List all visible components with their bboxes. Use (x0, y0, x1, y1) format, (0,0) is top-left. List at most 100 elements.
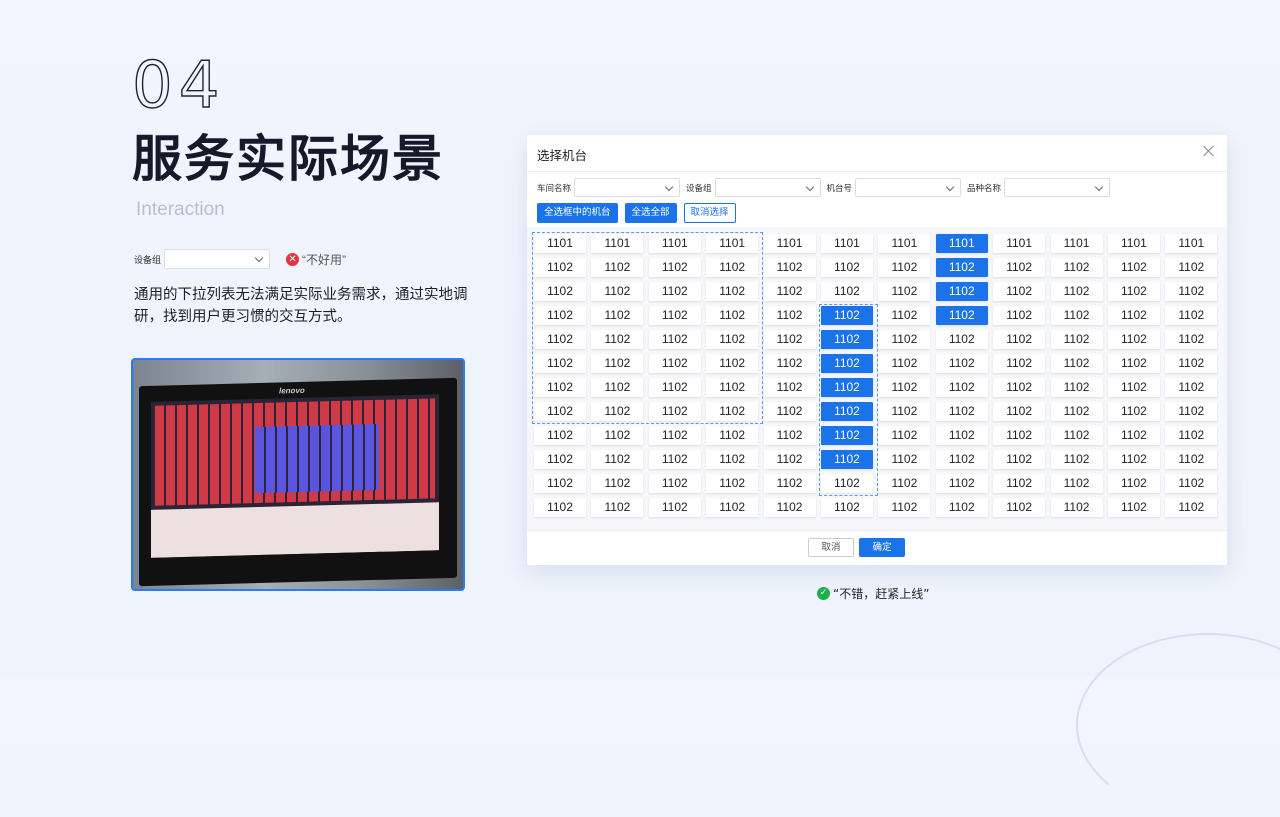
machine-cell[interactable]: 1102 (878, 354, 931, 373)
machine-cell[interactable]: 1102 (993, 450, 1046, 469)
machine-cell[interactable]: 1102 (1107, 426, 1160, 445)
machine-cell[interactable]: 1102 (820, 402, 873, 421)
machine-cell[interactable]: 1101 (935, 234, 988, 253)
machine-cell[interactable]: 1101 (648, 234, 701, 253)
machine-cell[interactable]: 1101 (534, 234, 586, 253)
machine-cell[interactable]: 1102 (878, 258, 931, 277)
machine-cell[interactable]: 1102 (993, 426, 1046, 445)
machine-cell[interactable]: 1102 (706, 306, 759, 325)
machine-cell[interactable]: 1102 (935, 330, 988, 349)
machine-cell[interactable]: 1102 (534, 282, 586, 301)
machine-cell[interactable]: 1102 (878, 498, 931, 517)
machine-cell[interactable]: 1101 (1107, 234, 1160, 253)
workshop-select[interactable] (574, 178, 681, 197)
variety-select[interactable] (1004, 178, 1111, 197)
machine-cell[interactable]: 1102 (763, 354, 816, 373)
machine-cell[interactable]: 1102 (993, 306, 1046, 325)
machine-cell[interactable]: 1102 (820, 378, 873, 397)
machine-cell[interactable]: 1102 (648, 354, 701, 373)
machine-cell[interactable]: 1102 (763, 402, 816, 421)
machine-cell[interactable]: 1102 (706, 330, 759, 349)
machine-cell[interactable]: 1102 (1050, 282, 1103, 301)
machine-cell[interactable]: 1102 (706, 354, 759, 373)
machine-cell[interactable]: 1102 (1165, 330, 1218, 349)
machine-cell[interactable]: 1102 (648, 402, 701, 421)
machine-cell[interactable]: 1102 (1107, 306, 1160, 325)
machine-cell[interactable]: 1102 (763, 282, 816, 301)
select-all-button[interactable]: 全选全部 (624, 203, 677, 223)
machine-cell[interactable]: 1102 (820, 306, 873, 325)
machine-cell[interactable]: 1102 (1107, 258, 1160, 277)
machine-cell[interactable]: 1102 (591, 282, 644, 301)
machine-cell[interactable]: 1102 (706, 402, 759, 421)
machine-cell[interactable]: 1102 (1050, 426, 1103, 445)
machine-cell[interactable]: 1102 (534, 450, 586, 469)
machine-cell[interactable]: 1102 (878, 378, 931, 397)
machine-cell[interactable]: 1102 (648, 450, 701, 469)
machine-cell[interactable]: 1102 (591, 306, 644, 325)
machine-cell[interactable]: 1102 (1050, 402, 1103, 421)
machine-no-select[interactable] (855, 178, 962, 197)
machine-cell[interactable]: 1101 (878, 234, 931, 253)
machine-cell[interactable]: 1102 (935, 474, 988, 493)
machine-cell[interactable]: 1102 (648, 474, 701, 493)
machine-cell[interactable]: 1102 (534, 426, 586, 445)
machine-cell[interactable]: 1101 (1050, 234, 1103, 253)
machine-cell[interactable]: 1102 (763, 450, 816, 469)
machine-cell[interactable]: 1102 (935, 498, 988, 517)
bad-example-dropdown[interactable] (164, 249, 271, 269)
machine-cell[interactable]: 1102 (935, 378, 988, 397)
machine-cell[interactable]: 1102 (878, 282, 931, 301)
machine-cell[interactable]: 1102 (763, 426, 816, 445)
machine-cell[interactable]: 1102 (591, 450, 644, 469)
machine-cell[interactable]: 1102 (1165, 354, 1218, 373)
machine-cell[interactable]: 1102 (706, 450, 759, 469)
machine-cell[interactable]: 1102 (763, 474, 816, 493)
machine-cell[interactable]: 1102 (993, 378, 1046, 397)
machine-cell[interactable]: 1102 (820, 426, 873, 445)
machine-cell[interactable]: 1102 (706, 426, 759, 445)
machine-cell[interactable]: 1102 (648, 258, 701, 277)
machine-cell[interactable]: 1102 (591, 498, 644, 517)
machine-cell[interactable]: 1102 (706, 282, 759, 301)
machine-cell[interactable]: 1102 (534, 474, 586, 493)
machine-cell[interactable]: 1102 (534, 330, 586, 349)
machine-cell[interactable]: 1102 (534, 498, 586, 517)
machine-cell[interactable]: 1102 (993, 330, 1046, 349)
machine-cell[interactable]: 1102 (763, 378, 816, 397)
machine-cell[interactable]: 1102 (591, 330, 644, 349)
machine-cell[interactable]: 1102 (993, 474, 1046, 493)
machine-cell[interactable]: 1102 (1165, 378, 1218, 397)
machine-grid-area[interactable]: 1101 1101 1101 1101 1101 1101 1101 1101 1101 1101… (527, 227, 1227, 531)
device-group-select[interactable] (714, 178, 821, 197)
machine-cell[interactable]: 1102 (1165, 426, 1218, 445)
machine-cell[interactable]: 1102 (820, 282, 873, 301)
machine-cell[interactable]: 1102 (993, 498, 1046, 517)
machine-cell[interactable]: 1102 (1107, 354, 1160, 373)
machine-cell[interactable]: 1102 (591, 474, 644, 493)
machine-cell[interactable]: 1102 (935, 426, 988, 445)
machine-cell[interactable]: 1102 (1050, 498, 1103, 517)
machine-cell[interactable]: 1102 (648, 378, 701, 397)
machine-cell[interactable]: 1102 (763, 258, 816, 277)
machine-cell[interactable]: 1101 (1165, 234, 1218, 253)
machine-cell[interactable]: 1102 (935, 258, 988, 277)
machine-cell[interactable]: 1101 (706, 234, 759, 253)
machine-cell[interactable]: 1102 (1107, 450, 1160, 469)
machine-cell[interactable]: 1102 (534, 306, 586, 325)
machine-cell[interactable]: 1102 (820, 258, 873, 277)
machine-cell[interactable]: 1102 (706, 498, 759, 517)
machine-cell[interactable]: 1102 (935, 282, 988, 301)
machine-cell[interactable]: 1102 (1165, 282, 1218, 301)
machine-cell[interactable]: 1102 (1165, 450, 1218, 469)
machine-cell[interactable]: 1102 (820, 330, 873, 349)
machine-cell[interactable]: 1102 (878, 402, 931, 421)
machine-cell[interactable]: 1102 (1165, 498, 1218, 517)
machine-cell[interactable]: 1102 (648, 330, 701, 349)
machine-cell[interactable]: 1102 (820, 450, 873, 469)
machine-cell[interactable]: 1102 (1107, 282, 1160, 301)
machine-cell[interactable]: 1102 (1165, 258, 1218, 277)
machine-cell[interactable]: 1102 (1050, 378, 1103, 397)
machine-cell[interactable]: 1102 (648, 498, 701, 517)
machine-cell[interactable]: 1102 (1050, 474, 1103, 493)
